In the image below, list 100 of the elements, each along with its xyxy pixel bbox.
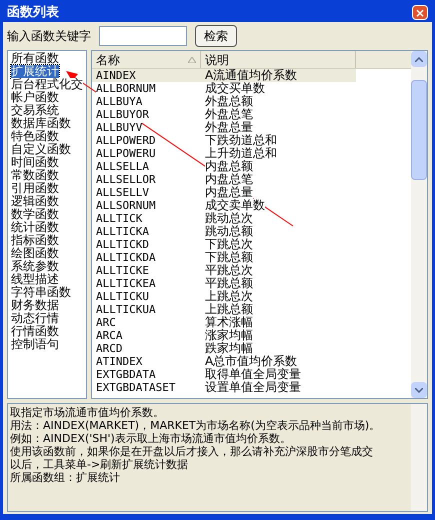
table-cell: 平跳总额: [205, 277, 253, 290]
table-row[interactable]: ALLTICKDA 下跳总额: [92, 251, 356, 264]
table-cell: 上跳总额: [205, 303, 253, 316]
column-header[interactable]: 名称: [92, 51, 201, 68]
chevron-down-icon: [415, 388, 423, 392]
group-item[interactable]: 所有函数: [11, 52, 59, 65]
table-cell: 上升劲道总和: [205, 147, 277, 160]
group-item[interactable]: 交易系统: [11, 104, 59, 117]
window-title: 函数列表: [7, 4, 59, 22]
table-cell: 算术涨幅: [205, 316, 253, 329]
table-cell: ATINDEX: [96, 355, 142, 368]
table-cell: 下跳总次: [205, 238, 253, 251]
table-cell: 内盘总量: [205, 186, 253, 199]
scrollbar[interactable]: [411, 51, 427, 398]
table-row[interactable]: ALLSELLA 内盘总额: [92, 160, 356, 173]
description-line: 用法：AINDEX(MARKET)，MARKET为市场名称(为空表示品种当前市场)。: [10, 419, 380, 432]
table-cell: ALLBORNUM: [96, 82, 156, 95]
table-row[interactable]: ALLBUYOR 外盘总笔: [92, 108, 356, 121]
table-row[interactable]: ALLTICK 跳动总次: [92, 212, 356, 225]
table-cell: 成交卖单数: [205, 199, 265, 212]
table-cell: 外盘总笔: [205, 108, 253, 121]
table-cell: 跳动总额: [205, 225, 253, 238]
close-button[interactable]: ×: [412, 5, 428, 20]
table-row[interactable]: ALLBORNUM 成交买单数: [92, 82, 356, 95]
table-cell: 涨家均幅: [205, 329, 253, 342]
group-item[interactable]: 引用函数: [11, 182, 59, 195]
table-row[interactable]: ALLTICKE 平跳总次: [92, 264, 356, 277]
table-cell: ALLSELLA: [96, 160, 149, 173]
group-item[interactable]: 逻辑函数: [11, 195, 59, 208]
table-row[interactable]: ARC 算术涨幅: [92, 316, 356, 329]
group-item[interactable]: 指标函数: [11, 234, 59, 247]
search-field[interactable]: [99, 26, 187, 46]
description-line: 所属函数组：扩展统计: [10, 471, 120, 484]
search-button[interactable]: 检索: [195, 25, 237, 47]
table-cell: ALLSELLV: [96, 186, 149, 199]
group-item[interactable]: 帐户函数: [11, 91, 59, 104]
table-row[interactable]: ALLTICKUA 上跳总额: [92, 303, 356, 316]
table-cell: ALLTICKD: [96, 238, 149, 251]
table-cell: ALLTICKA: [96, 225, 149, 238]
table-cell: ARCA: [96, 329, 122, 342]
group-item[interactable]: 字符串函数: [11, 286, 71, 299]
table-row[interactable]: EXTGBDATASET 设置单值全局变量: [92, 381, 356, 394]
group-item[interactable]: 动态行情: [11, 312, 59, 325]
group-item[interactable]: 数学函数: [11, 208, 59, 221]
group-item[interactable]: 行情函数: [11, 325, 59, 338]
table-cell: 内盘总额: [205, 160, 253, 173]
group-item[interactable]: 财务数据: [11, 299, 59, 312]
table-row[interactable]: ALLTICKEA 平跳总额: [92, 277, 356, 290]
sort-ascending-icon: [188, 56, 196, 62]
table-row[interactable]: ALLTICKU 上跳总次: [92, 290, 356, 303]
table-row[interactable]: ATINDEX A总市值均价系数: [92, 355, 356, 368]
table-cell: ALLTICKEA: [96, 277, 156, 290]
table-row[interactable]: ALLPOWERU 上升劲道总和: [92, 147, 356, 160]
table-cell: A流通值均价系数: [205, 69, 298, 82]
table-row[interactable]: ALLTICKA 跳动总额: [92, 225, 356, 238]
group-item[interactable]: 自定义函数: [11, 143, 71, 156]
column-header[interactable]: 说明: [201, 51, 356, 68]
table-cell: EXTGBDATA: [96, 368, 156, 381]
table-row[interactable]: ALLSORNUM 成交卖单数: [92, 199, 356, 212]
group-item[interactable]: 常数函数: [11, 169, 59, 182]
table-cell: ALLBUYV: [96, 121, 142, 134]
table-row[interactable]: ALLPOWERD 下跌劲道总和: [92, 134, 356, 147]
table-row[interactable]: EXTGBDATA 取得单值全局变量: [92, 368, 356, 381]
table-row[interactable]: ALLTICKD 下跳总次: [92, 238, 356, 251]
table-row[interactable]: ALLSELLV 内盘总量: [92, 186, 356, 199]
scroll-down-button[interactable]: [411, 382, 427, 398]
chevron-up-icon: [415, 56, 423, 62]
description-line: 使用该函数前，如果你是在开盘以后才接入，那么请补充沪深股市分笔成交: [10, 445, 373, 458]
group-item[interactable]: 系统参数: [11, 260, 59, 273]
table-cell: ALLTICKE: [96, 264, 149, 277]
table-row[interactable]: ALLBUYV 外盘总量: [92, 121, 356, 134]
group-item[interactable]: 统计函数: [11, 221, 59, 234]
table-row[interactable]: ARCA 涨家均幅: [92, 329, 356, 342]
table-row[interactable]: ALLBUYA 外盘总额: [92, 95, 356, 108]
table-row[interactable]: AINDEX A流通值均价系数: [92, 69, 356, 82]
table-cell: 跌家均幅: [205, 342, 253, 355]
group-item[interactable]: 时间函数: [11, 156, 59, 169]
scroll-up-button[interactable]: [411, 51, 427, 67]
scroll-thumb[interactable]: [411, 80, 427, 180]
group-item[interactable]: 后台程式化交: [11, 78, 83, 91]
group-item[interactable]: 数据库函数: [11, 117, 71, 130]
table-cell: ARC: [96, 316, 116, 329]
group-item[interactable]: 扩展统计: [11, 65, 59, 78]
description-line: 例如：AINDEX('SH')表示取上海市场流通市值均价系数。: [10, 432, 291, 445]
table-cell: ALLPOWERD: [96, 134, 156, 147]
table-row[interactable]: ALLSELLOR 内盘总笔: [92, 173, 356, 186]
table-cell: AINDEX: [96, 69, 136, 82]
table-cell: 成交买单数: [205, 82, 265, 95]
group-item[interactable]: 特色函数: [11, 130, 59, 143]
table-row[interactable]: ARCD 跌家均幅: [92, 342, 356, 355]
table-cell: 外盘总额: [205, 95, 253, 108]
group-item[interactable]: 线型描述: [11, 273, 59, 286]
table-cell: ALLPOWERU: [96, 147, 156, 160]
table-cell: 设置单值全局变量: [205, 381, 301, 394]
table-cell: 取得单值全局变量: [205, 368, 301, 381]
table-cell: 上跳总次: [205, 290, 253, 303]
table-cell: ALLTICKDA: [96, 251, 156, 264]
group-item[interactable]: 控制语句: [11, 338, 59, 351]
table-cell: ALLTICK: [96, 212, 142, 225]
group-item[interactable]: 绘图函数: [11, 247, 59, 260]
